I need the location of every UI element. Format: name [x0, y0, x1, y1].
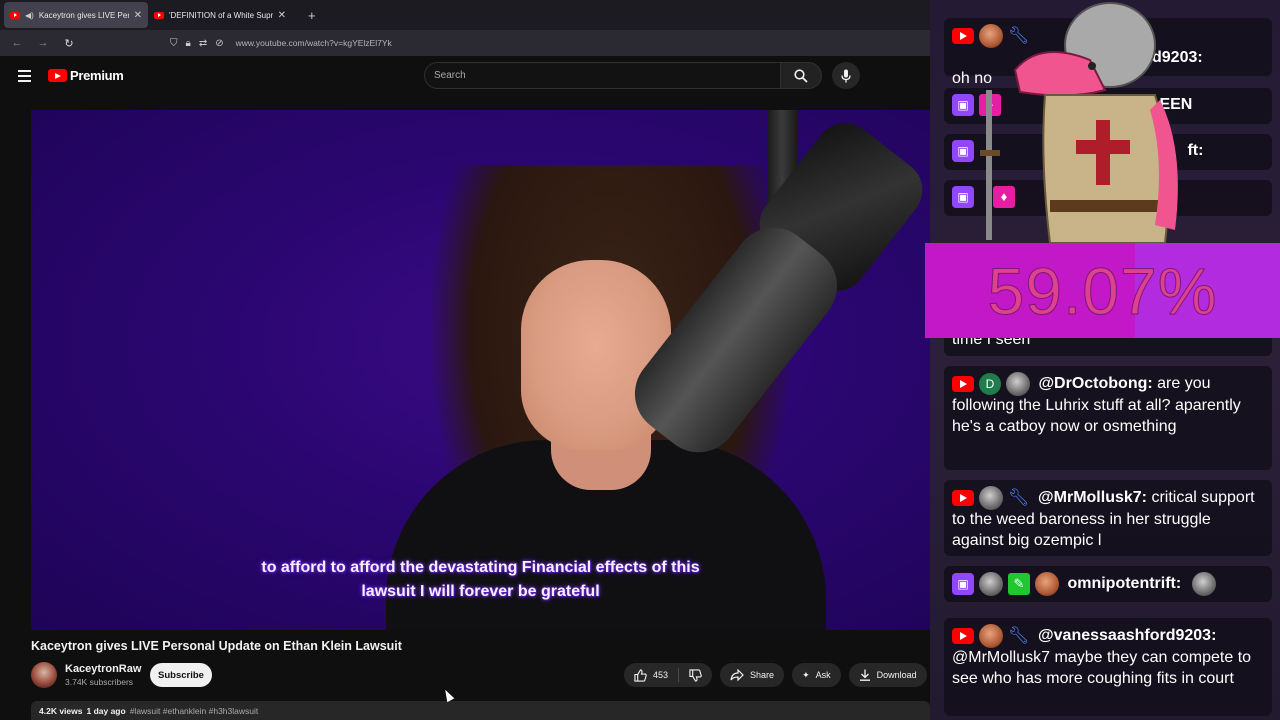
chat-username: @DrOctobong: [1038, 375, 1153, 393]
like-button[interactable]: 453 [624, 663, 678, 687]
ask-button[interactable]: ✦ Ask [792, 663, 841, 687]
chat-message: ▣ ✎ omnipotentrift: [944, 566, 1272, 602]
youtube-icon [952, 376, 974, 392]
ask-label: Ask [815, 670, 831, 680]
pencil-icon: ✎ [1008, 573, 1030, 595]
youtube-icon [952, 628, 974, 644]
chat-badges: ▣ [952, 140, 974, 162]
chat-badges: 🔧︎ [952, 624, 1030, 648]
view-count: 4.2K views [39, 705, 83, 716]
shield-icon[interactable]: ⛉ [170, 38, 178, 49]
share-icon [730, 669, 744, 681]
youtube-icon [952, 28, 974, 44]
twitch-icon: ▣ [952, 140, 974, 162]
blocked-icon[interactable]: ⊘ [215, 38, 223, 49]
video-actions: 453 Share ✦ Ask Download [624, 663, 927, 687]
chat-text: @MrMollusk7 maybe they can compete to se… [952, 649, 1252, 687]
speaker-icon[interactable]: ◀) [25, 11, 34, 20]
emote-icon [1191, 572, 1216, 596]
like-count: 453 [653, 670, 669, 680]
user-avatar [979, 572, 1003, 596]
twitch-icon: ▣ [952, 94, 974, 116]
channel-avatar[interactable] [31, 662, 57, 688]
search-input[interactable]: Search [424, 62, 781, 89]
video-subtitles: to afford to afford the devastating Fina… [31, 556, 930, 604]
user-avatar [979, 624, 1003, 648]
download-icon [859, 669, 870, 681]
sparkle-icon: ✦ [802, 669, 810, 680]
download-button[interactable]: Download [848, 663, 927, 687]
video-player[interactable]: to afford to afford the devastating Fina… [31, 110, 930, 630]
search-icon [794, 68, 808, 83]
url-text[interactable]: www.youtube.com/watch?v=kgYElzEl7Yk [236, 38, 392, 48]
user-avatar [1035, 572, 1059, 596]
plus-icon[interactable]: + [308, 8, 316, 23]
youtube-icon [952, 490, 974, 506]
search-button[interactable] [780, 62, 822, 89]
chat-message: D @DrOctobong: are you following the Luh… [944, 366, 1272, 470]
chat-message: 🔧︎ @MrMollusk7: critical support to the … [944, 480, 1272, 556]
subtitle-line: lawsuit I will forever be grateful [361, 583, 600, 600]
chat-username: @MrMollusk7: [1038, 489, 1147, 507]
youtube-favicon-icon [154, 11, 164, 19]
youtube-logo[interactable]: Premium [48, 68, 124, 83]
tab-title: Kaceytron gives LIVE Person [38, 10, 129, 20]
lock-icon[interactable]: 🔒︎ [186, 38, 191, 49]
chat-badges: ▣ ✎ [952, 572, 1059, 596]
wrench-icon: 🔧︎ [1008, 487, 1030, 507]
percent-overlay: 59.07% [925, 243, 1280, 338]
chat-badges: D [952, 372, 1030, 396]
youtube-play-icon [48, 69, 67, 82]
tab-title: 'DEFINITION of a White Suprem [169, 10, 273, 20]
subtitle-line: to afford to afford the devastating Fina… [261, 559, 700, 576]
browser-tab-bar: ◀) Kaceytron gives LIVE Person ✕ 'DEFINI… [0, 0, 930, 30]
channel-name[interactable]: KaceytronRaw [65, 663, 141, 675]
user-avatar [979, 486, 1003, 510]
share-label: Share [750, 670, 775, 680]
back-arrow-icon[interactable]: ← [10, 37, 24, 49]
upload-age: 1 day ago [86, 705, 126, 716]
thumbs-up-icon [634, 668, 647, 682]
user-avatar [1006, 372, 1030, 396]
share-button[interactable]: Share [720, 663, 785, 687]
microphone-icon [841, 69, 851, 82]
logo-text: Premium [70, 68, 124, 83]
browser-nav-bar: ← → ↻ ⛉ 🔒︎ ⇄ ⊘ www.youtube.com/watch?v=k… [0, 30, 930, 56]
chat-username: omnipotentrift: [1067, 575, 1182, 593]
like-dislike-group: 453 [624, 663, 713, 687]
download-label: Download [876, 670, 917, 680]
voice-search-button[interactable] [832, 62, 860, 89]
video-description-stats[interactable]: 4.2K views 1 day ago #lawsuit #ethanklei… [31, 701, 930, 720]
close-tab-icon[interactable]: ✕ [134, 10, 142, 21]
chat-badges: 🔧︎ [952, 486, 1030, 510]
dislike-button[interactable] [679, 663, 712, 687]
browser-tab-active[interactable]: ◀) Kaceytron gives LIVE Person ✕ [4, 2, 148, 28]
knight-mascot-icon [980, 2, 1178, 243]
browser-tab[interactable]: 'DEFINITION of a White Suprem ✕ [148, 2, 292, 28]
twitch-icon: ▣ [952, 573, 974, 595]
search-placeholder: Search [434, 70, 466, 81]
video-title: Kaceytron gives LIVE Personal Update on … [31, 639, 402, 653]
youtube-favicon-icon [10, 11, 20, 19]
percent-text: 59.07% [987, 253, 1218, 328]
wrench-icon: 🔧︎ [1008, 625, 1030, 645]
subscriber-count: 3.74K subscribers [65, 677, 134, 687]
chat-username: @vanessaashford9203: [1038, 627, 1217, 645]
subscribe-button[interactable]: Subscribe [150, 663, 212, 687]
hashtags[interactable]: #lawsuit #ethanklein #h3h3lawsuit [130, 706, 259, 716]
twitch-icon: ▣ [952, 186, 974, 208]
screen: ◀) Kaceytron gives LIVE Person ✕ 'DEFINI… [0, 0, 1280, 720]
address-bar[interactable]: ⛉ 🔒︎ ⇄ ⊘ www.youtube.com/watch?v=kgYElzE… [170, 38, 392, 49]
user-avatar: D [979, 373, 1001, 395]
permissions-icon[interactable]: ⇄ [199, 38, 207, 49]
thumbs-down-icon [689, 668, 702, 682]
menu-icon[interactable] [18, 70, 31, 82]
close-tab-icon[interactable]: ✕ [278, 10, 286, 21]
forward-arrow-icon[interactable]: → [36, 37, 50, 49]
chat-message: 🔧︎ @vanessaashford9203: @MrMollusk7 mayb… [944, 618, 1272, 716]
youtube-masthead: Premium Search [0, 56, 930, 104]
reload-icon[interactable]: ↻ [62, 37, 76, 50]
